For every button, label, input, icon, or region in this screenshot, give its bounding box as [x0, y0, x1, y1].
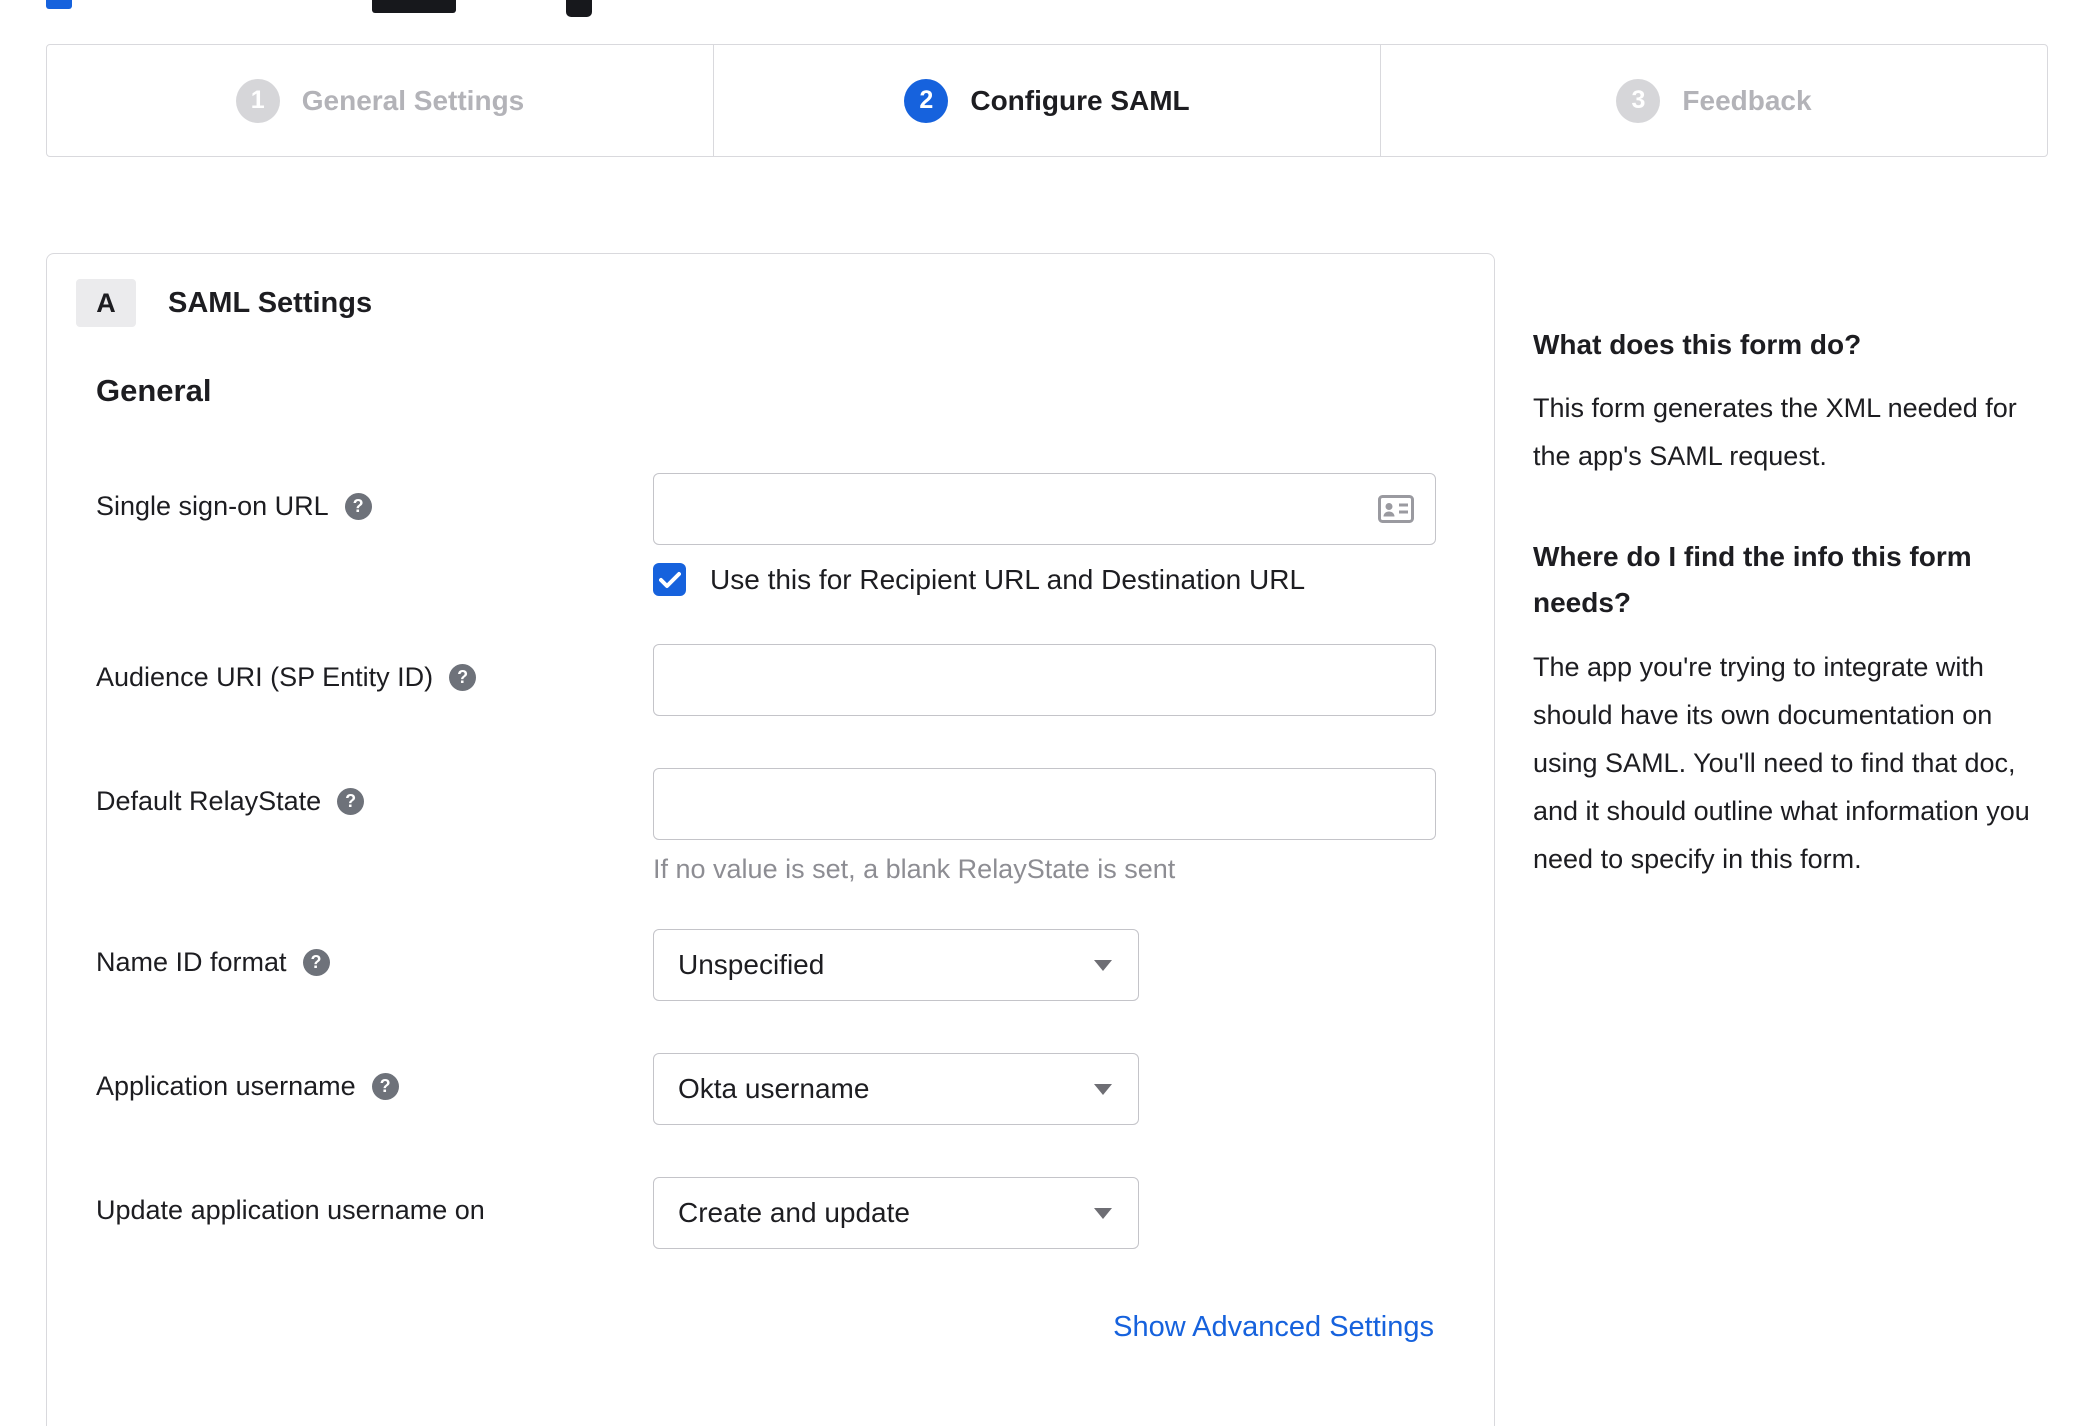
- name-id-format-select[interactable]: Unspecified: [653, 929, 1139, 1001]
- help-answer-1: This form generates the XML needed for t…: [1533, 393, 2017, 472]
- step-label: General Settings: [301, 84, 525, 116]
- panel-header: A SAML Settings: [76, 279, 1434, 327]
- name-id-format-label: Name ID format: [96, 947, 287, 977]
- field-update-application-username: Update application username on Create an…: [96, 1177, 1434, 1249]
- field-audience-uri: Audience URI (SP Entity ID) ?: [96, 644, 1436, 716]
- clipped-header-fragment: [566, 0, 592, 17]
- field-control: Okta username: [653, 1053, 1434, 1125]
- clipped-header-fragment: [372, 0, 456, 13]
- use-for-recipient-url-checkbox[interactable]: [653, 563, 686, 596]
- step-feedback[interactable]: 3 Feedback: [1380, 45, 2047, 156]
- field-control: Create and update: [653, 1177, 1434, 1249]
- field-label-row: Audience URI (SP Entity ID) ?: [96, 644, 653, 693]
- default-relaystate-input-wrap: [653, 768, 1436, 840]
- audience-uri-input-wrap: [653, 644, 1436, 716]
- help-answer-2: The app you're trying to integrate with …: [1533, 651, 2030, 874]
- step-number-badge: 1: [235, 78, 280, 123]
- use-for-recipient-url-label: Use this for Recipient URL and Destinati…: [710, 563, 1306, 595]
- field-default-relaystate: Default RelayState ? If no value is set,…: [96, 768, 1436, 885]
- chevron-down-icon: [1094, 959, 1112, 971]
- section-a-badge: A: [76, 279, 136, 327]
- name-id-format-value: Unspecified: [678, 949, 825, 980]
- saml-form: Single sign-on URL ? Use this for Recipi…: [76, 473, 1436, 1344]
- default-relaystate-input[interactable]: [653, 768, 1436, 840]
- step-general-settings[interactable]: 1 General Settings: [47, 45, 713, 156]
- default-relaystate-label: Default RelayState: [96, 786, 322, 816]
- advanced-settings-row: Show Advanced Settings: [96, 1311, 1434, 1344]
- application-username-value: Okta username: [678, 1073, 870, 1104]
- help-icon[interactable]: ?: [449, 664, 477, 691]
- field-label-row: Default RelayState ?: [96, 768, 653, 817]
- field-label-row: Update application username on: [96, 1177, 653, 1226]
- step-number-badge: 2: [904, 78, 949, 123]
- show-advanced-settings-link[interactable]: Show Advanced Settings: [1113, 1311, 1434, 1343]
- wizard-stepper: 1 General Settings 2 Configure SAML 3 Fe…: [46, 44, 2048, 157]
- field-control: [653, 644, 1436, 716]
- update-application-username-value: Create and update: [678, 1197, 910, 1228]
- panel-title: SAML Settings: [168, 286, 373, 319]
- general-section-title: General: [96, 373, 212, 408]
- application-username-select[interactable]: Okta username: [653, 1053, 1139, 1125]
- help-icon[interactable]: ?: [337, 788, 365, 815]
- field-label-row: Name ID format ?: [96, 929, 653, 978]
- help-icon[interactable]: ?: [371, 1073, 399, 1100]
- update-application-username-label: Update application username on: [96, 1195, 485, 1225]
- help-question-2: Where do I find the info this form needs…: [1533, 541, 1972, 619]
- help-sidebar: What does this form do? This form genera…: [1533, 322, 2047, 883]
- chevron-down-icon: [1094, 1083, 1112, 1095]
- single-sign-on-url-input[interactable]: [653, 473, 1436, 545]
- field-label-row: Single sign-on URL ?: [96, 473, 653, 522]
- field-control: Use this for Recipient URL and Destinati…: [653, 473, 1436, 596]
- relaystate-hint: If no value is set, a blank RelayState i…: [653, 854, 1176, 884]
- step-configure-saml[interactable]: 2 Configure SAML: [713, 45, 1380, 156]
- field-application-username: Application username ? Okta username: [96, 1053, 1434, 1125]
- update-application-username-select[interactable]: Create and update: [653, 1177, 1139, 1249]
- recipient-url-checkbox-row: Use this for Recipient URL and Destinati…: [653, 563, 1436, 596]
- saml-settings-panel: A SAML Settings General Single sign-on U…: [46, 253, 1495, 1426]
- field-control: Unspecified: [653, 929, 1434, 1001]
- step-number-badge: 3: [1616, 78, 1661, 123]
- help-icon[interactable]: ?: [302, 949, 330, 976]
- step-label: Configure SAML: [970, 84, 1190, 116]
- field-label-row: Application username ?: [96, 1053, 653, 1102]
- field-name-id-format: Name ID format ? Unspecified: [96, 929, 1434, 1001]
- help-question-1: What does this form do?: [1533, 329, 1862, 360]
- step-label: Feedback: [1682, 84, 1812, 116]
- field-control: If no value is set, a blank RelayState i…: [653, 768, 1436, 885]
- audience-uri-label: Audience URI (SP Entity ID): [96, 662, 434, 692]
- single-sign-on-url-input-wrap: [653, 473, 1436, 545]
- address-card-icon: [1378, 495, 1414, 523]
- help-icon[interactable]: ?: [344, 493, 372, 520]
- single-sign-on-url-label: Single sign-on URL: [96, 491, 329, 521]
- application-username-label: Application username: [96, 1071, 356, 1101]
- field-single-sign-on-url: Single sign-on URL ? Use this for Recipi…: [96, 473, 1436, 596]
- configure-saml-page: 1 General Settings 2 Configure SAML 3 Fe…: [0, 0, 2092, 1426]
- audience-uri-input[interactable]: [653, 644, 1436, 716]
- chevron-down-icon: [1094, 1207, 1112, 1219]
- clipped-header-fragment: [46, 0, 72, 9]
